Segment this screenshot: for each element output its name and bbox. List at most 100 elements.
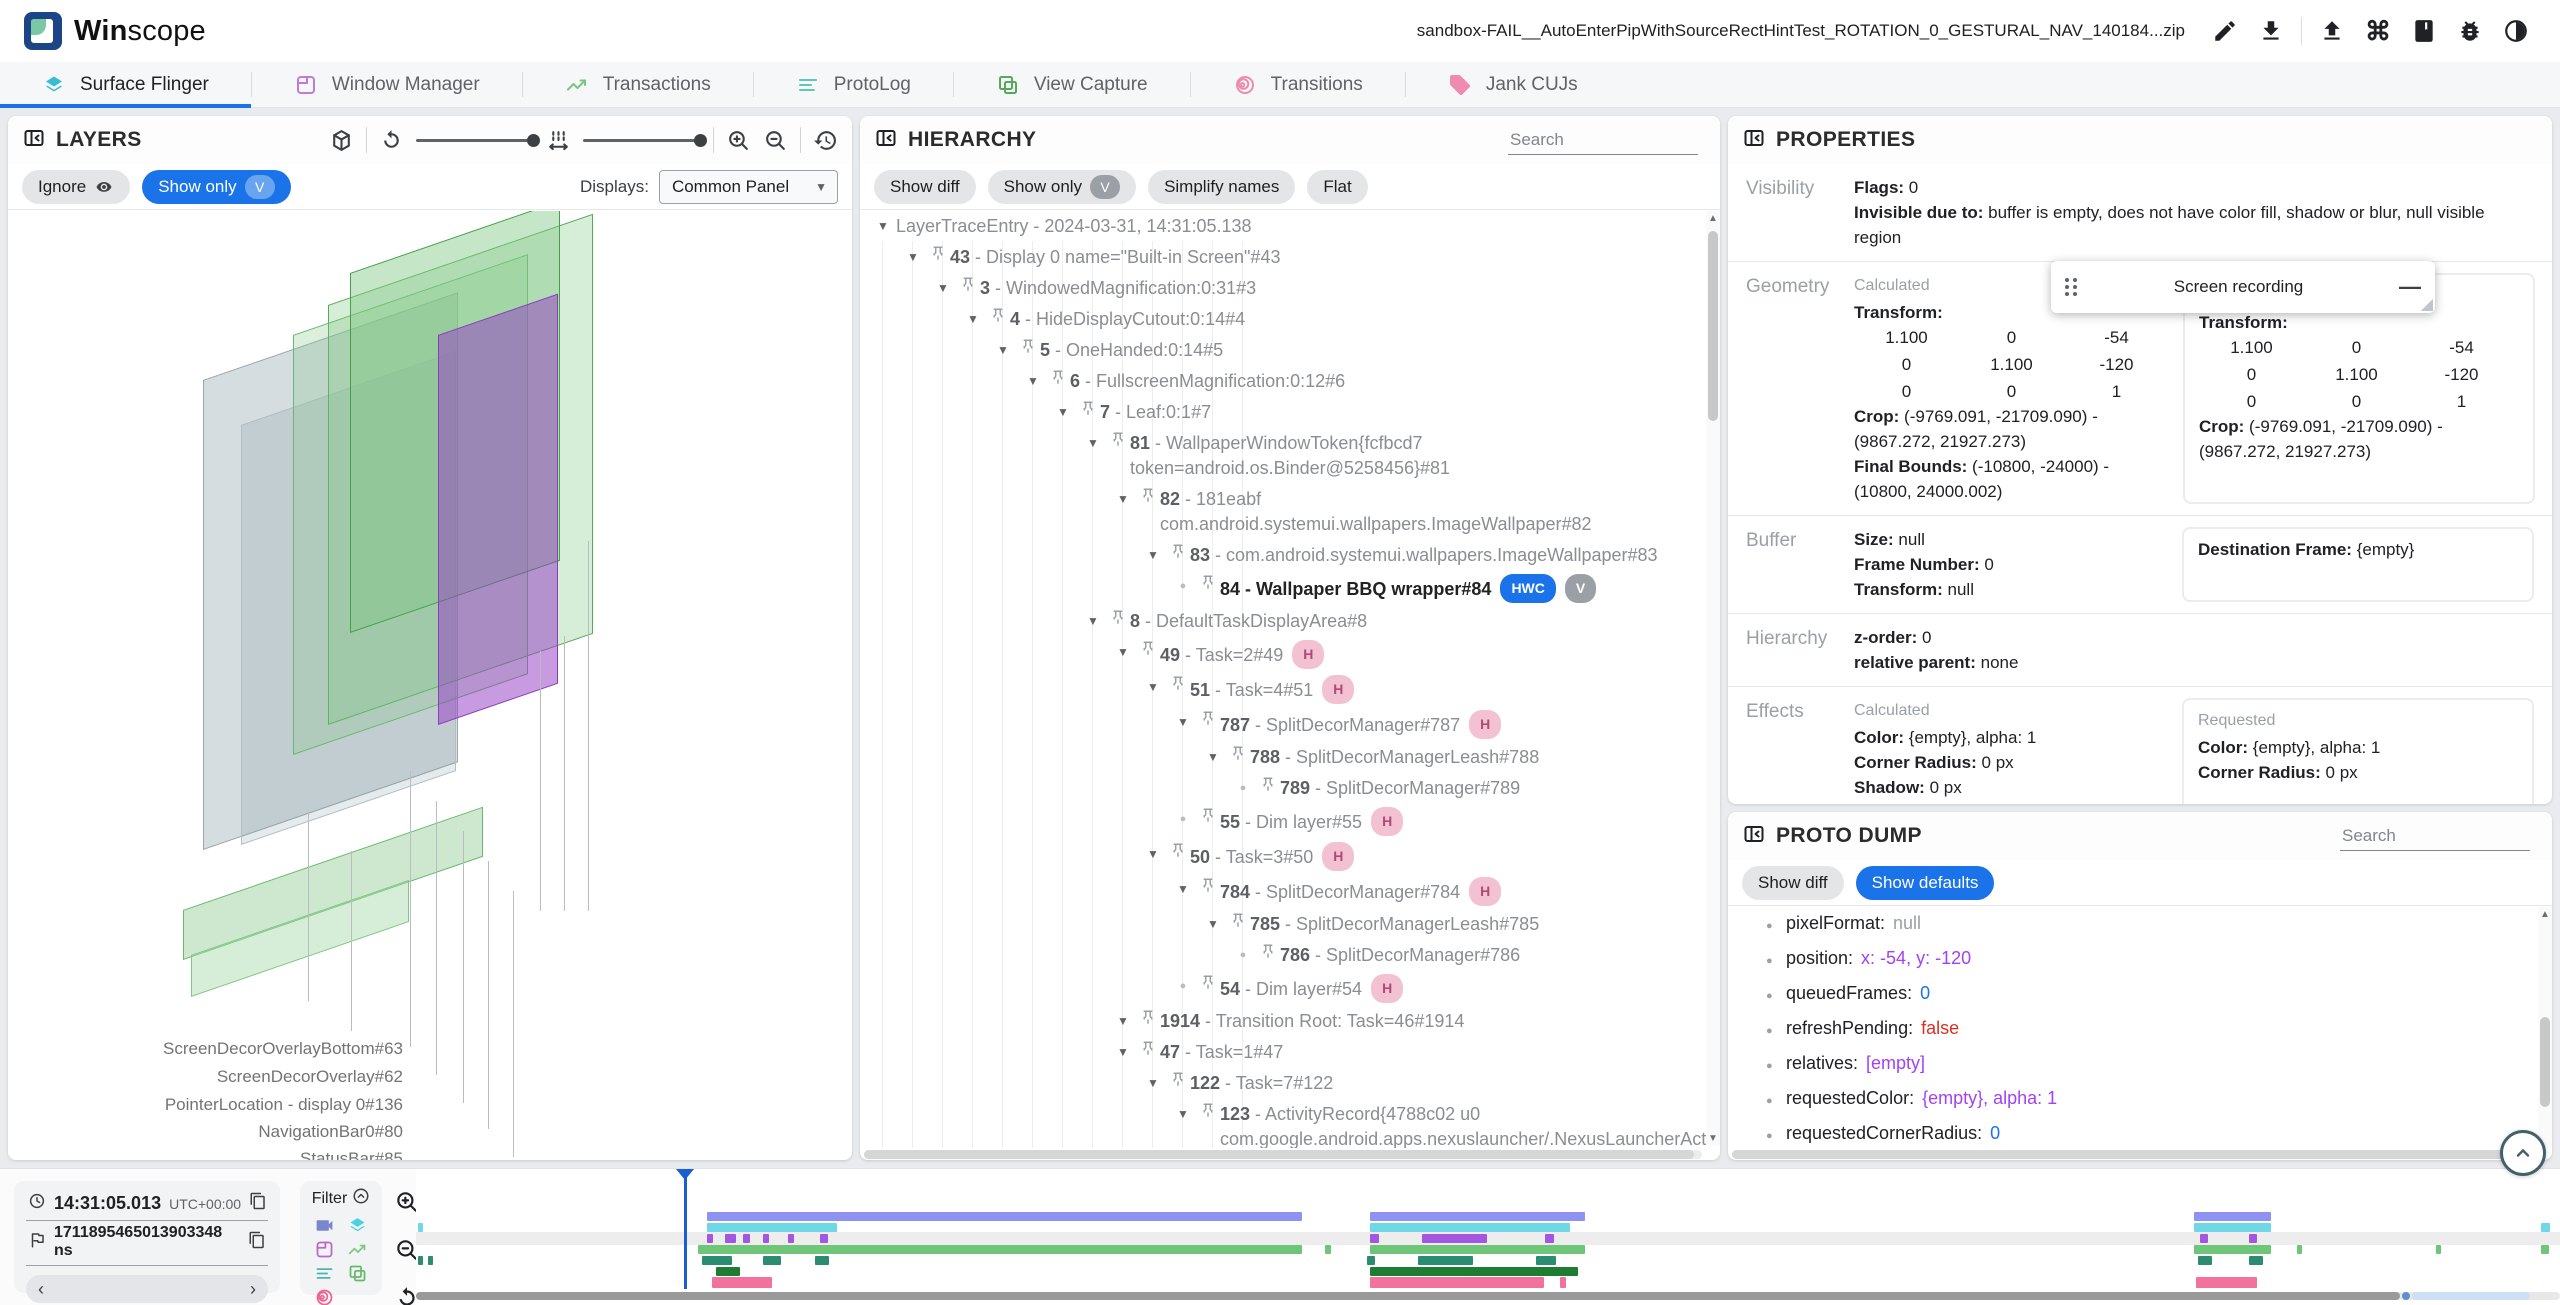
expand-toggle-icon[interactable]: ▼ <box>1200 912 1226 937</box>
expand-toggle-icon[interactable]: ▼ <box>930 276 956 301</box>
tree-node[interactable]: ● 55 - Dim layer#55 H <box>860 804 1706 839</box>
pin-icon[interactable] <box>1256 776 1280 794</box>
tree-node[interactable]: ▼ 123 - ActivityRecord{4788c02 u0 com.goo… <box>860 1099 1706 1148</box>
pin-icon[interactable] <box>1166 543 1190 561</box>
protolog-track-bar[interactable] <box>418 1256 423 1265</box>
filter-transitions-toggle[interactable] <box>312 1286 338 1305</box>
filter-transactions-toggle[interactable] <box>345 1238 371 1260</box>
scrollbar-filled[interactable] <box>416 1292 2400 1300</box>
timeline-cursor-handle[interactable] <box>676 1169 694 1180</box>
chip-show-defaults[interactable]: Show defaults <box>1855 865 1995 900</box>
zoom-out-button[interactable] <box>763 128 788 153</box>
zoom-in-button[interactable] <box>726 128 751 153</box>
pin-icon[interactable] <box>1136 1040 1160 1058</box>
dock-panel-icon[interactable] <box>1742 126 1766 155</box>
timeline-canvas[interactable] <box>416 1169 2560 1305</box>
proto-row-relatives[interactable]: ● relatives: [empty] <box>1728 1047 2536 1082</box>
transitions-track-bar[interactable] <box>1560 1277 1566 1288</box>
protolog-track-bar[interactable] <box>1418 1256 1473 1265</box>
proto-row-queuedFrames[interactable]: ● queuedFrames: 0 <box>1728 977 2536 1012</box>
tree-node[interactable]: ▼ 81 - WallpaperWindowToken{fcfbcd7 token… <box>860 428 1706 484</box>
expand-toggle-icon[interactable]: ▼ <box>1110 1040 1136 1065</box>
filter-camera-toggle[interactable] <box>312 1214 338 1236</box>
tree-node[interactable]: ▼ 51 - Task=4#51 H <box>860 672 1706 707</box>
tree-node[interactable]: ▼ 4 - HideDisplayCutout:0:14#4 <box>860 304 1706 335</box>
chip-ignore[interactable]: Ignore <box>22 169 131 204</box>
expand-toggle-icon[interactable]: ▼ <box>1050 400 1076 425</box>
tab-jank-cujs[interactable]: Jank CUJs <box>1406 62 1620 107</box>
slider-knob[interactable] <box>694 133 707 147</box>
edit-button[interactable] <box>2205 11 2245 51</box>
pin-icon[interactable] <box>1226 745 1250 763</box>
pin-icon[interactable] <box>986 307 1010 325</box>
expand-toggle-icon[interactable]: ▼ <box>960 307 986 332</box>
tree-node[interactable]: ● 54 - Dim layer#54 H <box>860 971 1706 1006</box>
surface-flinger-track-bar[interactable] <box>1370 1223 1570 1232</box>
expand-toggle-icon[interactable]: ▼ <box>1140 675 1166 700</box>
scrollbar-thumb[interactable] <box>2540 1017 2550 1107</box>
contrast-button[interactable] <box>2496 11 2536 51</box>
tree-node[interactable]: ▼ 50 - Task=3#50 H <box>860 839 1706 874</box>
transactions-track-bar[interactable] <box>1370 1245 1585 1254</box>
proto-vertical-scrollbar[interactable]: ▲ <box>2538 907 2552 1146</box>
pin-icon[interactable] <box>1196 974 1220 992</box>
tree-node[interactable]: ● 789 - SplitDecorManager#789 <box>860 773 1706 804</box>
window-manager-track-bar[interactable] <box>2200 1234 2208 1243</box>
chip-simplify-names[interactable]: Simplify names <box>1148 169 1296 204</box>
hierarchy-search-input[interactable] <box>1508 125 1698 155</box>
copy-icon[interactable] <box>248 1231 266 1254</box>
pin-icon[interactable] <box>1196 877 1220 895</box>
layer-label[interactable]: NavigationBar0#80 <box>18 1122 403 1142</box>
chip-show-only[interactable]: Show only V <box>987 169 1137 204</box>
screen-recording-track-bar[interactable] <box>2194 1212 2271 1221</box>
expand-toggle-icon[interactable]: ▼ <box>1170 877 1196 902</box>
human-time-field[interactable]: 14:31:05.013 UTC+00:00 <box>26 1189 268 1221</box>
pin-icon[interactable] <box>926 245 950 263</box>
tree-node[interactable]: ▼ 6 - FullscreenMagnification:0:12#6 <box>860 366 1706 397</box>
dock-panel-icon[interactable] <box>1742 822 1766 851</box>
transactions-track-bar[interactable] <box>1325 1245 1331 1254</box>
expand-toggle-icon[interactable]: ▼ <box>1140 543 1166 568</box>
layer-label[interactable]: ScreenDecorOverlayBottom#63 <box>18 1039 403 1059</box>
drag-handle-icon[interactable] <box>2065 278 2078 296</box>
window-manager-track-bar[interactable] <box>820 1234 828 1243</box>
copy-icon[interactable] <box>249 1192 267 1215</box>
tree-node[interactable]: ● 786 - SplitDecorManager#786 <box>860 940 1706 971</box>
surface-flinger-track-bar[interactable] <box>2541 1223 2550 1232</box>
screen-recording-track-bar[interactable] <box>1370 1212 1585 1221</box>
protolog-track-bar[interactable] <box>2249 1256 2263 1265</box>
tree-node[interactable]: ▼ 788 - SplitDecorManagerLeash#788 <box>860 742 1706 773</box>
tree-node[interactable]: ▼ 47 - Task=1#47 <box>860 1037 1706 1068</box>
scroll-up-icon[interactable]: ▲ <box>1706 213 1720 224</box>
spacing-slider-icon[interactable] <box>546 128 571 153</box>
transitions-track-bar[interactable] <box>2196 1277 2257 1288</box>
pin-icon[interactable] <box>1106 609 1130 627</box>
proto-horizontal-scrollbar[interactable] <box>1732 1150 2534 1159</box>
window-manager-track-bar[interactable] <box>763 1234 769 1243</box>
view-3d-button[interactable] <box>329 128 354 153</box>
displays-select[interactable]: Common Panel ▼ <box>658 169 838 204</box>
window-manager-track-bar[interactable] <box>725 1234 736 1243</box>
bug-button[interactable] <box>2450 11 2490 51</box>
timeline-cursor[interactable] <box>684 1173 687 1289</box>
expand-toggle-icon[interactable]: ▼ <box>1140 1071 1166 1096</box>
expand-toggle-icon[interactable]: ▼ <box>1020 369 1046 394</box>
tree-node[interactable]: ▼ 784 - SplitDecorManager#784 H <box>860 874 1706 909</box>
tab-view-capture[interactable]: View Capture <box>954 62 1190 107</box>
tree-node[interactable]: ▼ 49 - Task=2#49 H <box>860 637 1706 672</box>
expand-toggle-icon[interactable]: ▼ <box>990 338 1016 363</box>
pin-icon[interactable] <box>956 276 980 294</box>
shortcuts-button[interactable]: ⌘ <box>2358 11 2398 51</box>
ns-time-field[interactable]: 1711895465013903348 ns <box>26 1221 268 1266</box>
timeline-scrollbar[interactable] <box>416 1292 2560 1300</box>
tab-surface-flinger[interactable]: Surface Flinger <box>0 62 251 108</box>
tree-node[interactable]: ▼ 82 - 181eabf com.android.systemui.wallp… <box>860 484 1706 540</box>
transitions-track-bar[interactable] <box>1370 1277 1544 1288</box>
chip-show-only[interactable]: Show only V <box>142 169 291 204</box>
pin-icon[interactable] <box>1196 1102 1220 1120</box>
filter-protolog-toggle[interactable] <box>312 1262 338 1284</box>
rotation-slider[interactable] <box>416 133 540 147</box>
layer-label[interactable]: StatusBar#85 <box>18 1149 403 1160</box>
docs-button[interactable] <box>2404 11 2444 51</box>
chip-flat[interactable]: Flat <box>1307 169 1368 204</box>
